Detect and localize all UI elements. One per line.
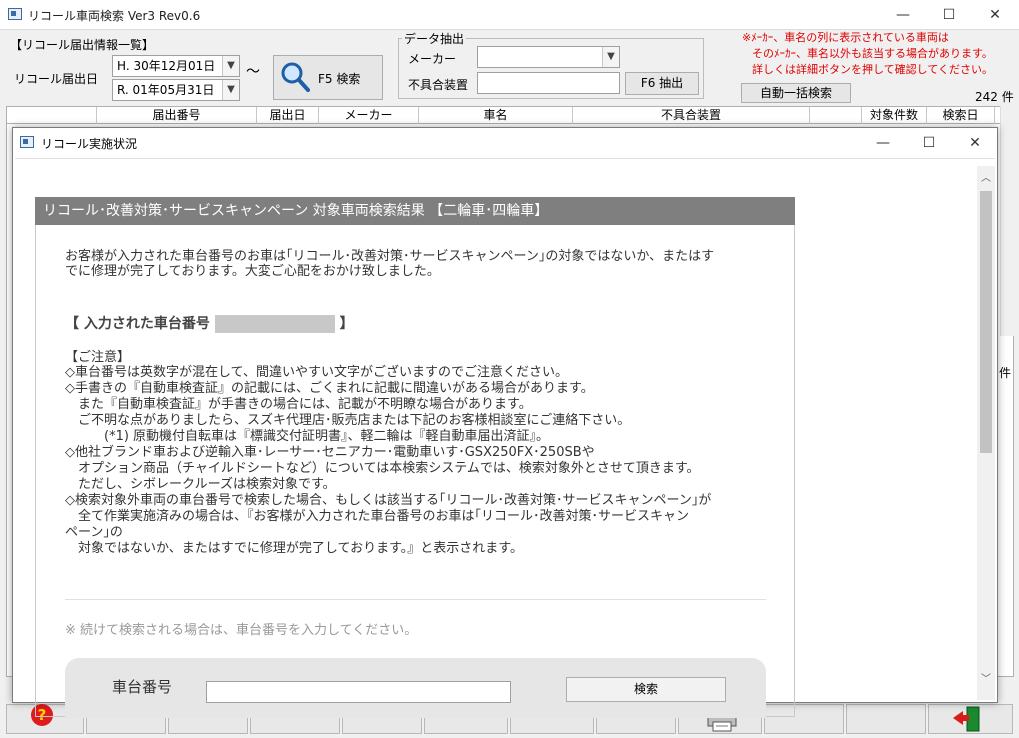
recall-date-label: リコール届出日: [14, 72, 99, 86]
chassis-search-button[interactable]: 検索: [566, 677, 726, 702]
grid-rowheader: [7, 107, 97, 125]
f5-search-label: F5 検索: [318, 72, 361, 86]
f5-search-button[interactable]: F5 検索: [273, 55, 383, 100]
dialog-title-bar: [13, 128, 997, 158]
magnifier-icon: [280, 61, 310, 92]
close-button[interactable]: ✕: [972, 0, 1018, 30]
chassis-number-label: 車台番号: [112, 678, 173, 696]
caution-line: 全て作業実施済みの場合は、『お客様が入力された車台番号のお車は｢リコール･改善対…: [65, 509, 690, 524]
divider: [65, 599, 766, 600]
defect-label: 不具合装置: [408, 78, 469, 92]
recall-status-dialog: リコール実施状況 — ☐ ✕ リコール･改善対策･サービスキャンペーン 対象車両…: [12, 127, 998, 718]
caution-line: また『自動車検査証』が手書きの場合には、記載が不明瞭な場合があります。: [65, 397, 532, 412]
intro-line-2: でに修理が完了しております。大変ご心配をおかけ致しました。: [65, 264, 440, 279]
notice-line-3: 詳しくは詳細ボタンを押して確認してください。: [752, 63, 994, 76]
caution-line: ただし、シボレークルーズは検索対象です。: [65, 477, 336, 492]
caution-title: 【ご注意】: [65, 350, 131, 365]
caution-line: ご不明な点がありましたら、スズキ代理店･販売店または下記のお客様相談室にご連絡下…: [65, 413, 631, 428]
data-extract-label: データ抽出: [402, 30, 467, 47]
column-header-defect[interactable]: 不具合装置: [573, 107, 810, 125]
caution-line: ◇車台番号は英数字が混在して、間違いやすい文字がございますのでご注意ください。: [65, 365, 568, 380]
date-from-field[interactable]: H. 30年12月01日 ▼: [112, 55, 240, 77]
input-chassis-heading: 【 入力された車台番号 】: [65, 315, 354, 333]
record-count: 242 件: [975, 90, 1014, 104]
date-from-value: H. 30年12月01日: [117, 59, 216, 73]
caution-line: オプション商品（チャイルドシートなど）については本検索システムでは、検索対象外と…: [65, 461, 700, 476]
chevron-down-icon[interactable]: ▼: [222, 56, 239, 76]
dialog-scroll-thumb[interactable]: [980, 191, 992, 453]
input-chassis-heading-close: 】: [339, 316, 354, 332]
redacted-chassis-number: [214, 315, 335, 333]
intro-line-1: お客様が入力された車台番号のお車は｢リコール･改善対策･サービスキャンペーン｣の…: [65, 249, 715, 264]
caution-line: ペーン｣の: [65, 525, 123, 540]
range-separator: ～: [246, 64, 260, 80]
caution-line: ◇他社ブランド車および逆輸入車･レーサー･セニアカー･電動車いす･GSX250F…: [65, 445, 595, 460]
toolbar-button-11[interactable]: [846, 704, 926, 734]
chassis-number-input[interactable]: [206, 681, 511, 703]
result-banner: リコール･改善対策･サービスキャンペーン 対象車両検索結果 【二輪車･四輪車】: [35, 197, 795, 225]
maker-select[interactable]: ▼: [477, 46, 620, 68]
caution-line: ◇検索対象外車両の車台番号で検索した場合、もしくは該当する｢リコール･改善対策･…: [65, 493, 712, 508]
minimize-button[interactable]: —: [880, 0, 926, 30]
chevron-down-icon[interactable]: ▼: [222, 80, 239, 100]
caution-line: (*1) 原動機付自転車は『標識交付証明書』、軽二輪は『軽自動車届出済証』。: [65, 429, 550, 444]
dialog-close-button[interactable]: ✕: [952, 128, 998, 158]
app-icon: [8, 8, 22, 20]
grid-spacer: [810, 107, 862, 125]
dialog-app-icon: [20, 136, 34, 148]
column-header-report-no[interactable]: 届出番号: [97, 107, 257, 125]
scroll-up-icon[interactable]: ︿: [979, 172, 993, 186]
auto-batch-search-button[interactable]: 自動一括検索: [741, 83, 851, 103]
column-header-car-name[interactable]: 車名: [419, 107, 573, 125]
defect-input[interactable]: [477, 72, 620, 94]
column-header-search-date[interactable]: 検索日: [927, 107, 995, 125]
count-unit-right: 件: [999, 366, 1012, 380]
grid-header: 届出番号 届出日 メーカー 車名 不具合装置 対象件数 検索日: [6, 106, 1014, 125]
dialog-title: リコール実施状況: [41, 137, 138, 151]
column-header-maker[interactable]: メーカー: [319, 107, 419, 125]
maximize-button[interactable]: ☐: [926, 0, 972, 30]
date-to-value: R. 01年05月31日: [117, 83, 215, 97]
column-header-target-count[interactable]: 対象件数: [862, 107, 927, 125]
window-title: リコール車両検索 Ver3 Rev0.6: [28, 9, 201, 23]
chevron-down-icon[interactable]: ▼: [602, 47, 619, 67]
caution-line: 対象ではないか、またはすでに修理が完了しております。』と表示されます。: [65, 541, 523, 556]
continue-note: ※ 続けて検索される場合は、車台番号を入力してください。: [65, 623, 418, 638]
date-to-field[interactable]: R. 01年05月31日 ▼: [112, 79, 240, 101]
exit-button[interactable]: [928, 704, 1013, 734]
caution-line: ◇手書きの『自動車検査証』の記載には、ごくまれに記載に間違いがある場合があります…: [65, 381, 594, 396]
recall-list-section-label: 【リコール届出情報一覧】: [10, 38, 155, 52]
f6-extract-button[interactable]: F6 抽出: [625, 72, 699, 95]
notice-line-1: ※ﾒｰｶｰ、車名の列に表示されている車両は: [742, 31, 949, 44]
dialog-maximize-button[interactable]: ☐: [906, 128, 952, 158]
scroll-down-icon[interactable]: ﹀: [979, 673, 993, 687]
exit-door-icon: [951, 705, 985, 733]
dialog-minimize-button[interactable]: —: [860, 128, 906, 158]
grid-scrollbar[interactable]: [1000, 106, 1014, 336]
column-header-report-date[interactable]: 届出日: [257, 107, 319, 125]
input-chassis-heading-text: 【 入力された車台番号: [65, 316, 210, 332]
maker-label: メーカー: [408, 52, 457, 66]
notice-line-2: そのﾒｰｶｰ、車名以外も該当する場合があります。: [752, 47, 993, 60]
